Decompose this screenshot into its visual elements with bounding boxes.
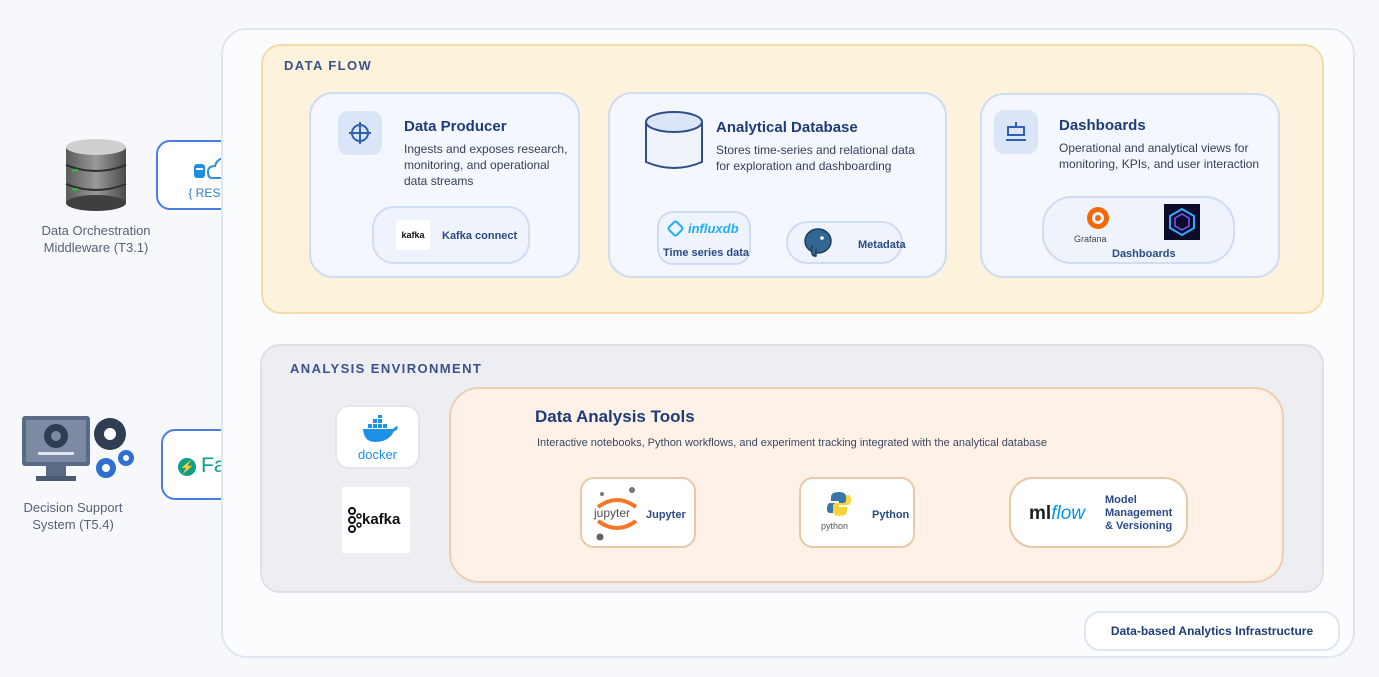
- dashboards-pill[interactable]: Grafana Dashboards: [1042, 196, 1235, 264]
- jupyter-label: Jupyter: [646, 509, 686, 521]
- time-series-label: Time series data: [663, 247, 750, 259]
- python-label: Python: [872, 509, 910, 521]
- postgres-elephant-icon: [804, 228, 832, 257]
- kafka-label: kafka: [362, 511, 401, 528]
- kafka-connect-pill[interactable]: kafka Kafka connect: [372, 206, 530, 264]
- postgres-pill[interactable]: Metadata: [786, 221, 906, 264]
- mlflow-logo-flow: flow: [1051, 503, 1085, 524]
- kafka-nodes-icon: [348, 507, 362, 533]
- kafka-logo-text: kafka: [401, 230, 425, 240]
- grafana-label: Grafana: [1074, 234, 1107, 244]
- data-analysis-tools-desc: Interactive notebooks, Python workflows,…: [537, 437, 1047, 449]
- analytical-database-title: Analytical Database: [716, 119, 858, 136]
- influxdb-pill[interactable]: influxdb Time series data: [657, 211, 751, 265]
- data-flow-title: DATA FLOW: [284, 58, 373, 73]
- database-server-icon: [62, 137, 130, 213]
- jupyter-logo: jupyter: [594, 506, 631, 520]
- kafka-connect-label: Kafka connect: [442, 230, 518, 242]
- fastapi-bolt-icon: ⚡: [178, 458, 196, 476]
- grafana-icon: [1087, 207, 1109, 229]
- data-analysis-tools-title: Data Analysis Tools: [535, 407, 695, 426]
- kafka-logo-icon: kafka: [396, 220, 430, 250]
- mlflow-label: Model Management & Versioning: [1105, 494, 1173, 532]
- infrastructure-badge-label: Data-based Analytics Infrastructure: [1110, 624, 1314, 638]
- infrastructure-badge: Data-based Analytics Infrastructure: [1084, 611, 1340, 651]
- jupyter-tool[interactable]: jupyter Jupyter: [580, 477, 696, 548]
- crosshair-icon: [338, 111, 382, 155]
- database-cylinder-icon: [644, 110, 704, 174]
- analytical-database-desc: Stores time-series and relational data f…: [716, 143, 915, 173]
- decision-support-icon: [18, 410, 138, 490]
- kafka-tile[interactable]: kafka: [342, 487, 410, 553]
- python-snake-icon: [827, 492, 851, 516]
- python-tool[interactable]: python Python: [799, 477, 915, 548]
- docker-label: docker: [357, 447, 398, 462]
- mlflow-logo: mlflow: [1029, 503, 1085, 525]
- mlflow-tool[interactable]: mlflow Model Management & Versioning: [1009, 477, 1188, 548]
- metadata-label: Metadata: [858, 239, 906, 251]
- middleware-label: Data Orchestration Middleware (T3.1): [41, 223, 151, 255]
- python-logo: python: [821, 521, 849, 531]
- dashboards-desc: Operational and analytical views for mon…: [1059, 141, 1260, 171]
- dashboard-tool-icon: [1164, 204, 1200, 240]
- influxdb-icon: [666, 219, 685, 238]
- dashboards-pill-label: Dashboards: [1112, 248, 1176, 260]
- data-producer-title: Data Producer: [404, 118, 507, 135]
- mlflow-logo-ml: ml: [1029, 503, 1052, 524]
- influxdb-logo: influxdb: [688, 221, 739, 236]
- dashboards-title: Dashboards: [1059, 117, 1146, 134]
- docker-tile[interactable]: docker: [335, 405, 420, 469]
- docker-whale-icon: [363, 415, 398, 442]
- analysis-title: ANALYSIS ENVIRONMENT: [290, 361, 483, 376]
- data-producer-desc: Ingests and exposes research, monitoring…: [404, 142, 568, 188]
- dss-label: Decision Support System (T5.4): [23, 500, 123, 532]
- dashboard-panel-icon: [994, 110, 1038, 154]
